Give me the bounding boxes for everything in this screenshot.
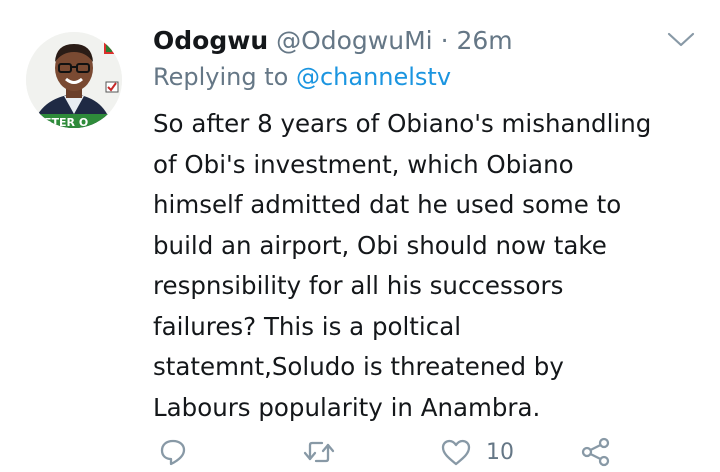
chevron-down-icon[interactable] [666, 30, 696, 50]
reply-icon [160, 439, 186, 466]
display-name[interactable]: Odogwu [153, 26, 268, 55]
tweet-text-line: build an airport, Obi should now take [153, 230, 607, 260]
tweet-actions: 10 [0, 432, 720, 472]
tweet-text-line: statemnt,Soludo is threatened by [153, 352, 564, 381]
replying-to: Replying to @channelstv [153, 62, 451, 92]
tweet-text-line: of Obi's investment, which Obiano [153, 149, 574, 179]
retweet-button[interactable] [302, 432, 336, 472]
tweet-text-line: himself admitted dat he used some to [153, 190, 622, 219]
tweet-text-line: Labours popularity in Anambra. [153, 392, 541, 422]
tweet-text-line: failures? This is a poltical [153, 311, 462, 341]
reply-button[interactable] [158, 432, 188, 472]
avatar-image: ETER O [26, 32, 122, 128]
retweet-icon [303, 441, 335, 463]
separator-dot: · [440, 26, 449, 55]
reply-handle-link[interactable]: @channelstv [296, 63, 451, 91]
avatar[interactable]: ETER O [26, 32, 122, 128]
share-icon [581, 437, 610, 467]
share-button[interactable] [580, 432, 612, 472]
like-count: 10 [486, 439, 514, 465]
tweet-text-line: So after 8 years of Obiano's mishandling [153, 109, 652, 138]
tweet[interactable]: ETER O Odogwu @OdogwuMi · 26m Replying t… [0, 0, 720, 472]
like-icon [441, 439, 471, 466]
like-button[interactable]: 10 [440, 432, 514, 472]
tweet-text: So after 8 years of Obiano's mishandling… [153, 104, 708, 428]
tweet-header: Odogwu @OdogwuMi · 26m [153, 26, 513, 56]
avatar-banner-text: ETER O [44, 116, 88, 128]
replying-to-label: Replying to [153, 63, 289, 91]
user-handle[interactable]: @OdogwuMi [276, 26, 433, 55]
timestamp[interactable]: 26m [456, 26, 512, 55]
tweet-text-line: respnsibility for all his successors [153, 271, 564, 300]
